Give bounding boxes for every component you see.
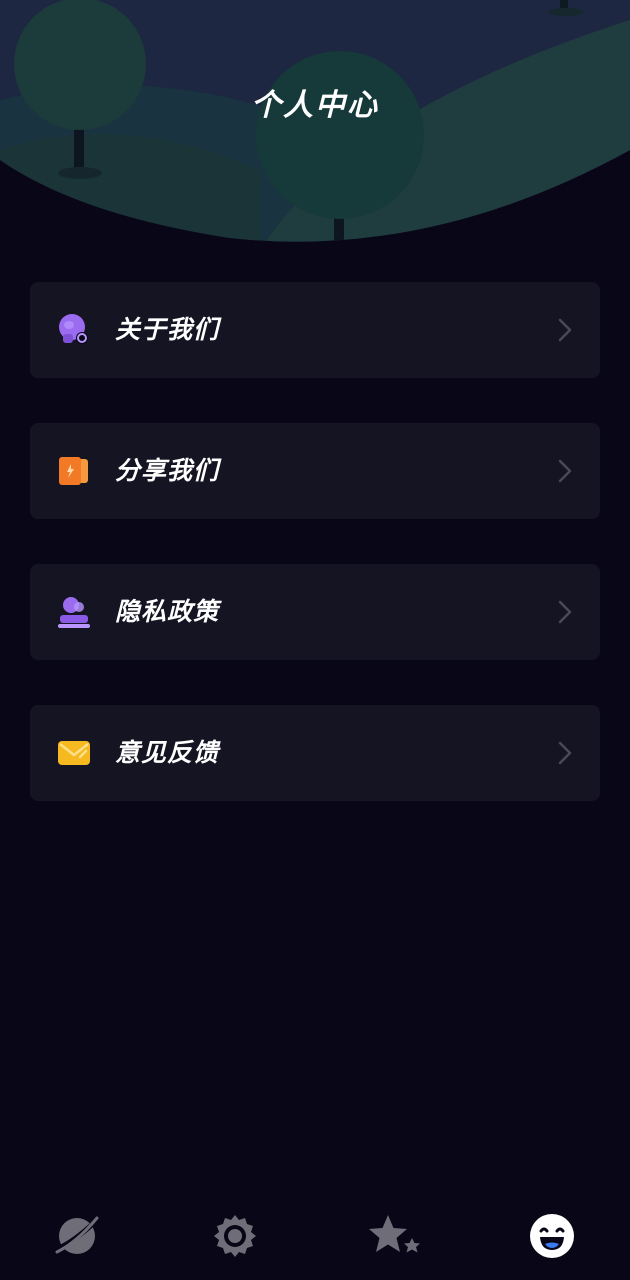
menu-item-label: 意见反馈 <box>115 738 220 767</box>
chevron-right-icon <box>558 600 572 624</box>
tab-settings[interactable] <box>205 1210 265 1270</box>
tab-profile[interactable] <box>522 1210 582 1270</box>
feedback-icon <box>58 741 90 765</box>
menu-item-feedback[interactable]: 意见反馈 <box>30 705 600 801</box>
share-icon <box>59 457 88 485</box>
tab-favorites[interactable] <box>360 1210 420 1270</box>
about-us-icon <box>59 314 88 344</box>
tab-planet[interactable] <box>47 1210 107 1270</box>
forest-hill-illustration <box>0 0 630 242</box>
page-title: 个人中心 <box>251 88 379 123</box>
privacy-policy-icon <box>58 597 90 628</box>
menu-item-label: 分享我们 <box>115 456 220 485</box>
menu-item-privacy-policy[interactable]: 隐私政策 <box>30 564 600 660</box>
profile-page: 个人中心 关于我们 分享我们 隐私政策 意见反馈 <box>0 0 630 1280</box>
chevron-right-icon <box>558 741 572 765</box>
smiley-face-icon <box>530 1214 574 1258</box>
header-banner: 个人中心 <box>0 0 630 250</box>
menu-item-label: 隐私政策 <box>115 597 220 626</box>
planet-icon <box>55 1216 99 1254</box>
menu-item-label: 关于我们 <box>115 315 220 344</box>
bottom-tab-bar <box>0 1190 630 1280</box>
gear-icon <box>214 1215 256 1257</box>
chevron-right-icon <box>558 318 572 342</box>
chevron-right-icon <box>558 459 572 483</box>
menu-item-share-us[interactable]: 分享我们 <box>30 423 600 519</box>
settings-menu: 关于我们 分享我们 隐私政策 意见反馈 <box>30 282 600 846</box>
star-icon <box>369 1215 420 1253</box>
menu-item-about-us[interactable]: 关于我们 <box>30 282 600 378</box>
